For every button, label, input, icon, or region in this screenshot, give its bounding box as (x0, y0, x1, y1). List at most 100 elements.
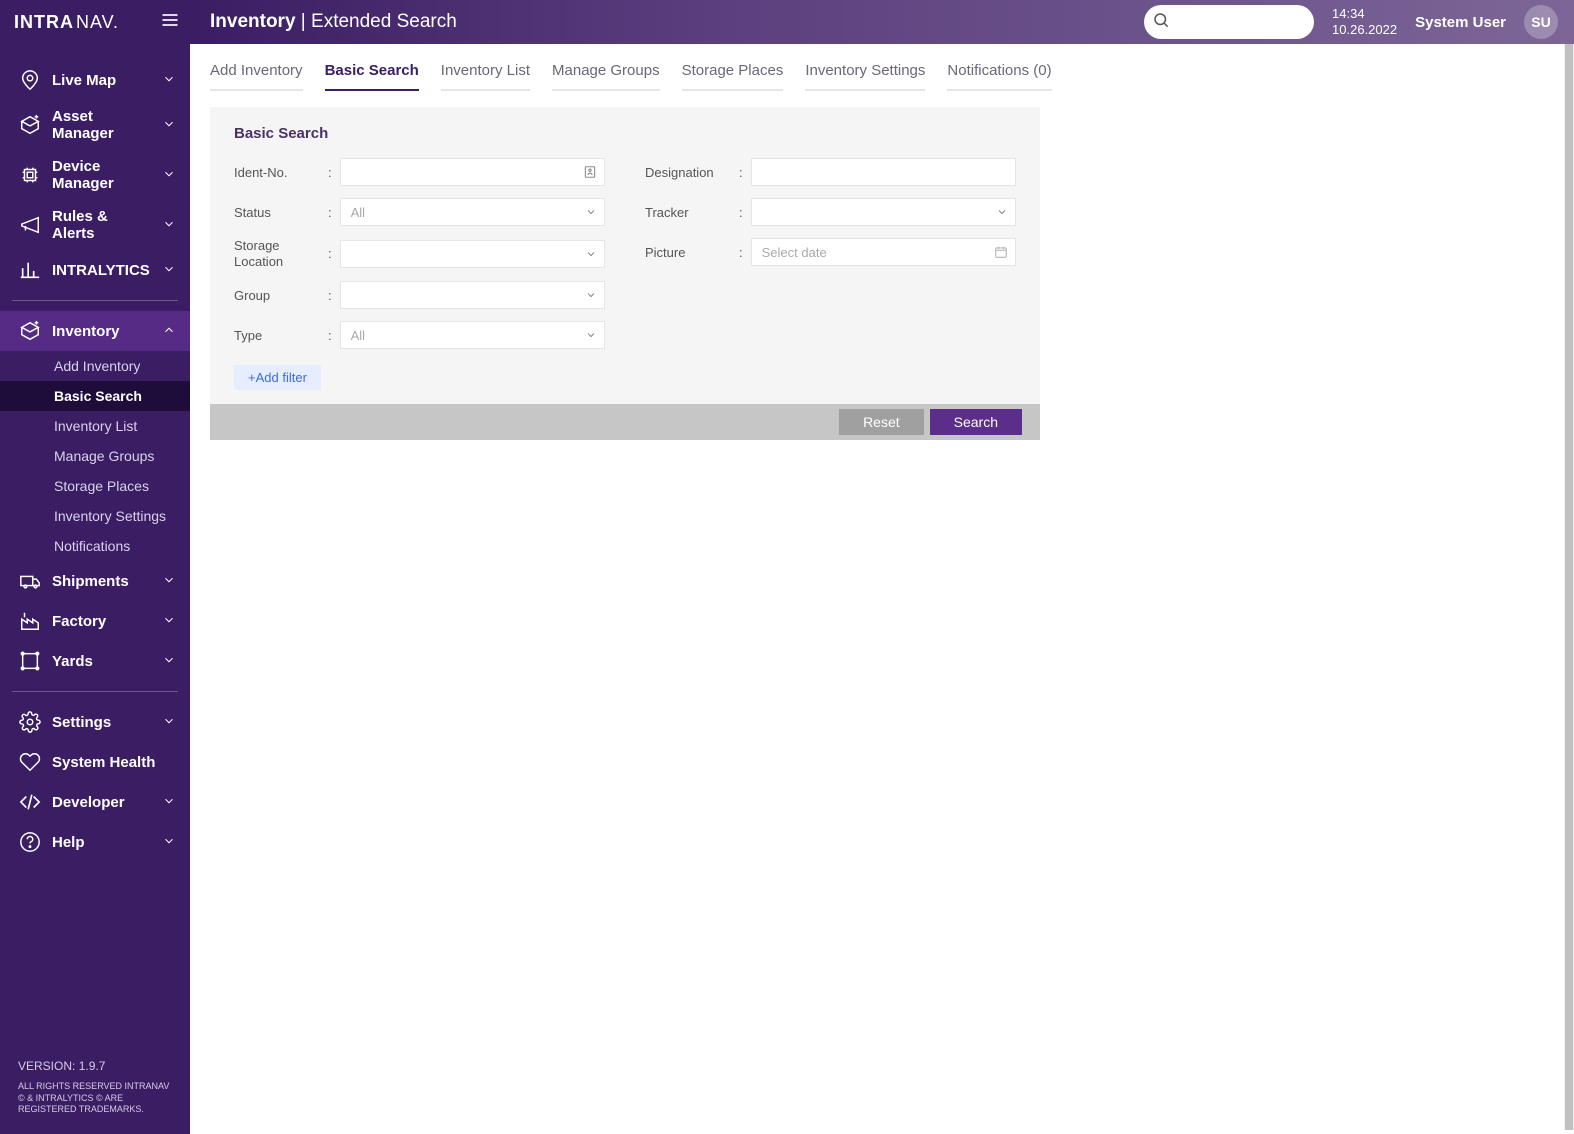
select-group[interactable] (340, 281, 605, 309)
form-columns: Ident-No.: Status: (234, 158, 1016, 390)
sidebar-item-label: Device Manager (52, 158, 152, 192)
brand-logo: INTRANAV. (14, 12, 119, 33)
yard-icon (18, 649, 42, 673)
chevron-down-icon (996, 206, 1008, 218)
row-picture: Picture: (645, 238, 1016, 266)
sub-notifications[interactable]: Notifications (0, 531, 190, 561)
search-button[interactable]: Search (930, 409, 1022, 435)
sidebar-item-shipments[interactable]: Shipments (0, 561, 190, 601)
version-label: VERSION: (18, 1059, 75, 1073)
sidebar-item-label: Rules & Alerts (52, 208, 152, 242)
brand-main: INTRA (14, 12, 74, 33)
chevron-down-icon (585, 248, 597, 260)
sidebar-item-help[interactable]: Help (0, 822, 190, 862)
row-tracker: Tracker: (645, 198, 1016, 226)
add-filter-button[interactable]: +Add filter (234, 365, 321, 390)
scrollbar-thumb[interactable] (1565, 44, 1573, 1130)
tab-inventory-list[interactable]: Inventory List (441, 62, 530, 91)
row-status: Status: (234, 198, 605, 226)
tab-basic-search[interactable]: Basic Search (325, 62, 419, 91)
version-text: VERSION: 1.9.7 (18, 1059, 172, 1075)
select-tracker[interactable] (751, 198, 1016, 226)
sidebar-item-system-health[interactable]: System Health (0, 742, 190, 782)
chevron-up-icon (162, 323, 178, 339)
tab-storage-places[interactable]: Storage Places (682, 62, 784, 91)
label-designation: Designation (645, 165, 731, 180)
sidebar-item-device-manager[interactable]: Device Manager (0, 150, 190, 200)
sub-inventory-settings[interactable]: Inventory Settings (0, 501, 190, 531)
scrollbar[interactable] (1564, 44, 1574, 1130)
select-storage-location[interactable] (340, 240, 605, 268)
sidebar-item-settings[interactable]: Settings (0, 702, 190, 742)
breadcrumb-main: Inventory (210, 11, 296, 32)
header-datetime: 14:34 10.26.2022 (1332, 6, 1397, 39)
sub-add-inventory[interactable]: Add Inventory (0, 351, 190, 381)
chevron-down-icon (162, 794, 178, 810)
avatar[interactable]: SU (1524, 5, 1558, 39)
sub-storage-places[interactable]: Storage Places (0, 471, 190, 501)
chevron-down-icon (162, 834, 178, 850)
search-input[interactable] (1176, 15, 1352, 30)
sidebar-item-label: Help (52, 834, 152, 851)
calendar-icon (994, 245, 1008, 259)
header-date: 10.26.2022 (1332, 22, 1397, 38)
search-panel: Basic Search Ident-No.: Status (210, 107, 1040, 440)
sidebar-item-inventory[interactable]: Inventory (0, 311, 190, 351)
pin-icon (18, 68, 42, 92)
sidebar-item-label: Settings (52, 714, 152, 731)
header: Inventory | Extended Search 14:34 10.26.… (190, 0, 1574, 44)
input-designation[interactable] (751, 158, 1016, 186)
sidebar-item-factory[interactable]: Factory (0, 601, 190, 641)
sidebar-item-yards[interactable]: Yards (0, 641, 190, 681)
tab-manage-groups[interactable]: Manage Groups (552, 62, 660, 91)
search-icon (1152, 11, 1170, 34)
header-time: 14:34 (1332, 6, 1397, 22)
chevron-down-icon (162, 262, 178, 278)
sub-manage-groups[interactable]: Manage Groups (0, 441, 190, 471)
chevron-down-icon (162, 117, 178, 133)
chevron-down-icon (162, 217, 178, 233)
label-group: Group (234, 288, 320, 303)
chevron-down-icon (162, 167, 178, 183)
form-col-left: Ident-No.: Status: (234, 158, 605, 390)
sidebar-item-live-map[interactable]: Live Map (0, 60, 190, 100)
sidebar-item-label: Yards (52, 653, 152, 670)
sidebar-footer: VERSION: 1.9.7 ALL RIGHTS RESERVED INTRA… (0, 1045, 190, 1134)
tab-inventory-settings[interactable]: Inventory Settings (805, 62, 925, 91)
select-status[interactable] (340, 198, 605, 226)
select-type[interactable] (340, 321, 605, 349)
box-plus-icon (18, 319, 42, 343)
sidebar-item-intralytics[interactable]: INTRALYTICS (0, 250, 190, 290)
form-col-right: Designation: Tracker: Picture: (645, 158, 1016, 390)
sidebar-item-asset-manager[interactable]: Asset Manager (0, 100, 190, 150)
add-filter-row: +Add filter (234, 361, 605, 390)
chevron-down-icon (162, 613, 178, 629)
label-type: Type (234, 328, 320, 343)
row-ident-no: Ident-No.: (234, 158, 605, 186)
tab-notifications[interactable]: Notifications (0) (947, 62, 1051, 91)
label-storage-location: Storage Location (234, 238, 320, 269)
code-icon (18, 790, 42, 814)
input-ident-no[interactable] (340, 158, 605, 186)
reset-button[interactable]: Reset (839, 409, 924, 435)
sidebar-item-label: Developer (52, 794, 152, 811)
sidebar-divider (12, 691, 178, 692)
sidebar-item-developer[interactable]: Developer (0, 782, 190, 822)
megaphone-icon (18, 213, 42, 237)
input-picture-date[interactable] (751, 238, 1016, 266)
sub-basic-search[interactable]: Basic Search (0, 381, 190, 411)
panel-title: Basic Search (234, 125, 1016, 142)
header-search[interactable] (1144, 5, 1314, 39)
help-icon (18, 830, 42, 854)
tab-add-inventory[interactable]: Add Inventory (210, 62, 303, 91)
hamburger-icon[interactable] (160, 10, 180, 35)
sidebar-item-rules-alerts[interactable]: Rules & Alerts (0, 200, 190, 250)
sub-inventory-list[interactable]: Inventory List (0, 411, 190, 441)
row-type: Type: (234, 321, 605, 349)
id-card-icon[interactable] (583, 165, 597, 179)
factory-icon (18, 609, 42, 633)
sidebar: INTRANAV. Live Map Asset Manager Device (0, 0, 190, 1134)
sidebar-nav: Live Map Asset Manager Device Manager Ru… (0, 44, 190, 1045)
row-group: Group: (234, 281, 605, 309)
sidebar-header: INTRANAV. (0, 0, 190, 44)
